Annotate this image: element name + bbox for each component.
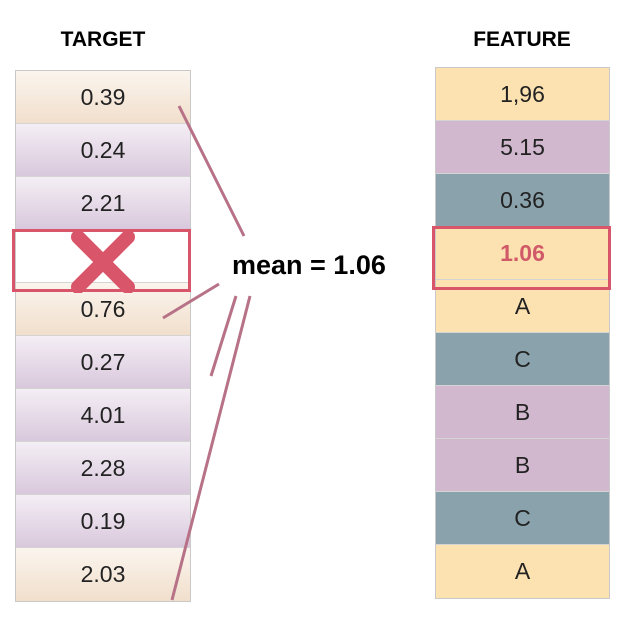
target-cell: 0.19 [16,495,190,548]
connector-line [209,295,238,377]
feature-column-title: FEATURE [473,28,571,51]
target-cell: 2.28 [16,442,190,495]
target-column-title: TARGET [60,28,146,51]
feature-cell-imputed: 1.06 [436,227,609,280]
target-cell: 0.27 [16,336,190,389]
mean-label: mean = 1.06 [232,250,386,280]
feature-cell: C [436,492,609,545]
feature-cell: B [436,439,609,492]
feature-cell: A [436,280,609,333]
feature-cell: B [436,386,609,439]
feature-cell: 0.36 [436,174,609,227]
target-cell: 0.39 [16,71,190,124]
target-column: 0.39 0.24 2.21 0.76 0.27 4.01 2.28 0.19 … [15,70,191,602]
feature-cell: C [436,333,609,386]
feature-cell: A [436,545,609,598]
x-mark-icon [71,231,135,293]
target-cell: 0.24 [16,124,190,177]
target-cell: 4.01 [16,389,190,442]
target-cell: 2.03 [16,548,190,601]
feature-cell: 1,96 [436,68,609,121]
target-cell: 2.21 [16,177,190,230]
feature-column: 1,96 5.15 0.36 1.06 A C B B C A [435,67,610,599]
feature-cell: 5.15 [436,121,609,174]
